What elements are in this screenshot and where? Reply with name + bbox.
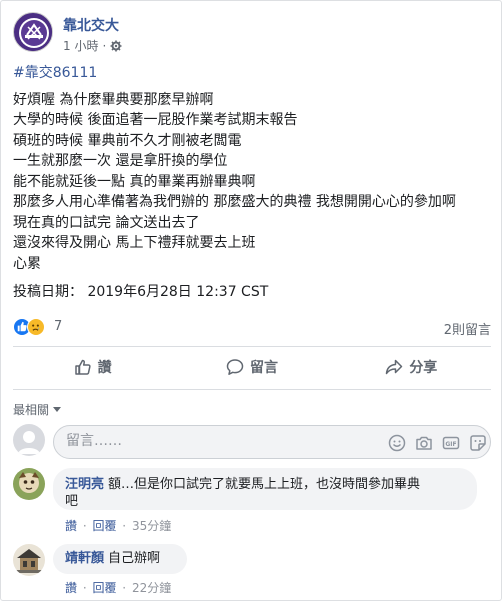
commenter-avatar[interactable] <box>13 544 45 576</box>
meta-dot: · <box>102 38 107 53</box>
sep-dot: · <box>118 519 130 533</box>
svg-text:GIF: GIF <box>445 441 456 448</box>
sticker-icon[interactable] <box>469 434 487 452</box>
comment-sort-dropdown[interactable]: 最相關 <box>13 401 62 418</box>
sort-label: 最相關 <box>13 403 50 417</box>
audience-gear-icon[interactable] <box>110 40 122 52</box>
comment-count-link[interactable]: 2則留言 <box>444 319 491 338</box>
post-line: 碩班的時候 畢典前不久才剛被老闆電 <box>13 132 242 149</box>
comment-actions: 讚 · 回覆 · 35分鐘 <box>65 517 171 534</box>
post-time[interactable]: 1 小時 <box>63 37 98 54</box>
post-line: 還沒來得及開心 馬上下禮拜就要去上班 <box>13 235 256 251</box>
post-line: 心累 <box>13 255 41 272</box>
page-name-link[interactable]: 靠北交大 <box>63 15 119 35</box>
comment-text-cont: 吧 <box>65 494 79 509</box>
comment-bubble-icon <box>226 359 244 375</box>
divider <box>13 346 491 347</box>
sep-dot: · <box>79 519 91 533</box>
comment-reply-link[interactable]: 回覆 <box>92 581 116 595</box>
like-label: 讚 <box>97 360 112 376</box>
post-body: #靠交86111 好煩喔 為什麼畢典要那麼早辦啊 大學的時候 後面追著一屁股作業… <box>13 63 491 303</box>
share-arrow-icon <box>386 359 403 375</box>
comment-time[interactable]: 22分鐘 <box>132 581 171 595</box>
comment-label: 留言 <box>249 360 278 376</box>
share-label: 分享 <box>409 360 438 376</box>
sep-dot: · <box>118 581 130 595</box>
post-meta: 1 小時 · <box>63 37 122 54</box>
divider <box>13 389 491 390</box>
comment-input-box[interactable]: GIF <box>53 425 491 459</box>
like-button[interactable]: 讚 <box>13 349 172 385</box>
comment-text: 自己辦啊 <box>108 551 161 566</box>
post-line: 那麼多人用心準備著為我們辦的 那麼盛大的典禮 我想開開心心的參加啊 <box>13 194 456 210</box>
post-date-line: 投稿日期： 2019年6月28日 12:37 CST <box>13 284 269 300</box>
caret-down-icon <box>53 406 62 412</box>
reaction-summary: 7 2則留言 <box>13 317 491 338</box>
camera-icon[interactable] <box>415 434 433 452</box>
reaction-count[interactable]: 7 <box>54 319 62 334</box>
comment-bubble: 汪明亮 額…但是你口試完了就要馬上上班，也沒時間參加畢典 吧 <box>53 468 477 510</box>
hashtag-link[interactable]: #靠交86111 <box>13 63 491 84</box>
viewer-avatar <box>13 424 45 456</box>
comment-button[interactable]: 留言 <box>172 349 331 385</box>
sad-reaction-icon[interactable] <box>27 318 45 336</box>
comment-composer: GIF <box>13 424 491 459</box>
post-line: 大學的時候 後面追著一屁股作業考試期末報告 <box>13 112 298 128</box>
post-line: 現在真的口試完 論文送出去了 <box>13 214 200 231</box>
comment-text: 額…但是你口試完了就要馬上上班，也沒時間參加畢典 <box>108 477 421 492</box>
post-line: 一生就那麼一次 還是拿肝換的學位 <box>13 153 228 169</box>
comment-bubble: 靖軒顏 自己辦啊 <box>53 544 187 574</box>
gif-icon[interactable]: GIF <box>442 434 460 452</box>
commenter-avatar[interactable] <box>13 468 45 500</box>
thumbs-up-icon <box>74 359 91 375</box>
post-card: 靠北交大 1 小時 · #靠交86111 好煩喔 為什麼畢典要那麼早辦啊 大學的… <box>0 0 502 601</box>
post-line: 好煩喔 為什麼畢典要那麼早辦啊 <box>13 91 214 108</box>
page-logo[interactable] <box>13 12 53 52</box>
comment-input[interactable] <box>66 433 366 449</box>
comment-reply-link[interactable]: 回覆 <box>92 519 116 533</box>
emoji-icon[interactable] <box>388 434 406 452</box>
comment-author[interactable]: 汪明亮 <box>65 477 104 492</box>
comment-time[interactable]: 35分鐘 <box>132 519 171 533</box>
action-bar: 讚 留言 分享 <box>13 349 491 385</box>
share-button[interactable]: 分享 <box>332 349 491 385</box>
sep-dot: · <box>79 581 91 595</box>
comment-actions: 讚 · 回覆 · 22分鐘 <box>65 579 171 596</box>
comment-like-link[interactable]: 讚 <box>65 519 77 533</box>
comment-like-link[interactable]: 讚 <box>65 581 77 595</box>
comment-author[interactable]: 靖軒顏 <box>65 551 104 566</box>
post-line: 能不能就延後一點 真的畢業再辦畢典啊 <box>13 173 256 190</box>
